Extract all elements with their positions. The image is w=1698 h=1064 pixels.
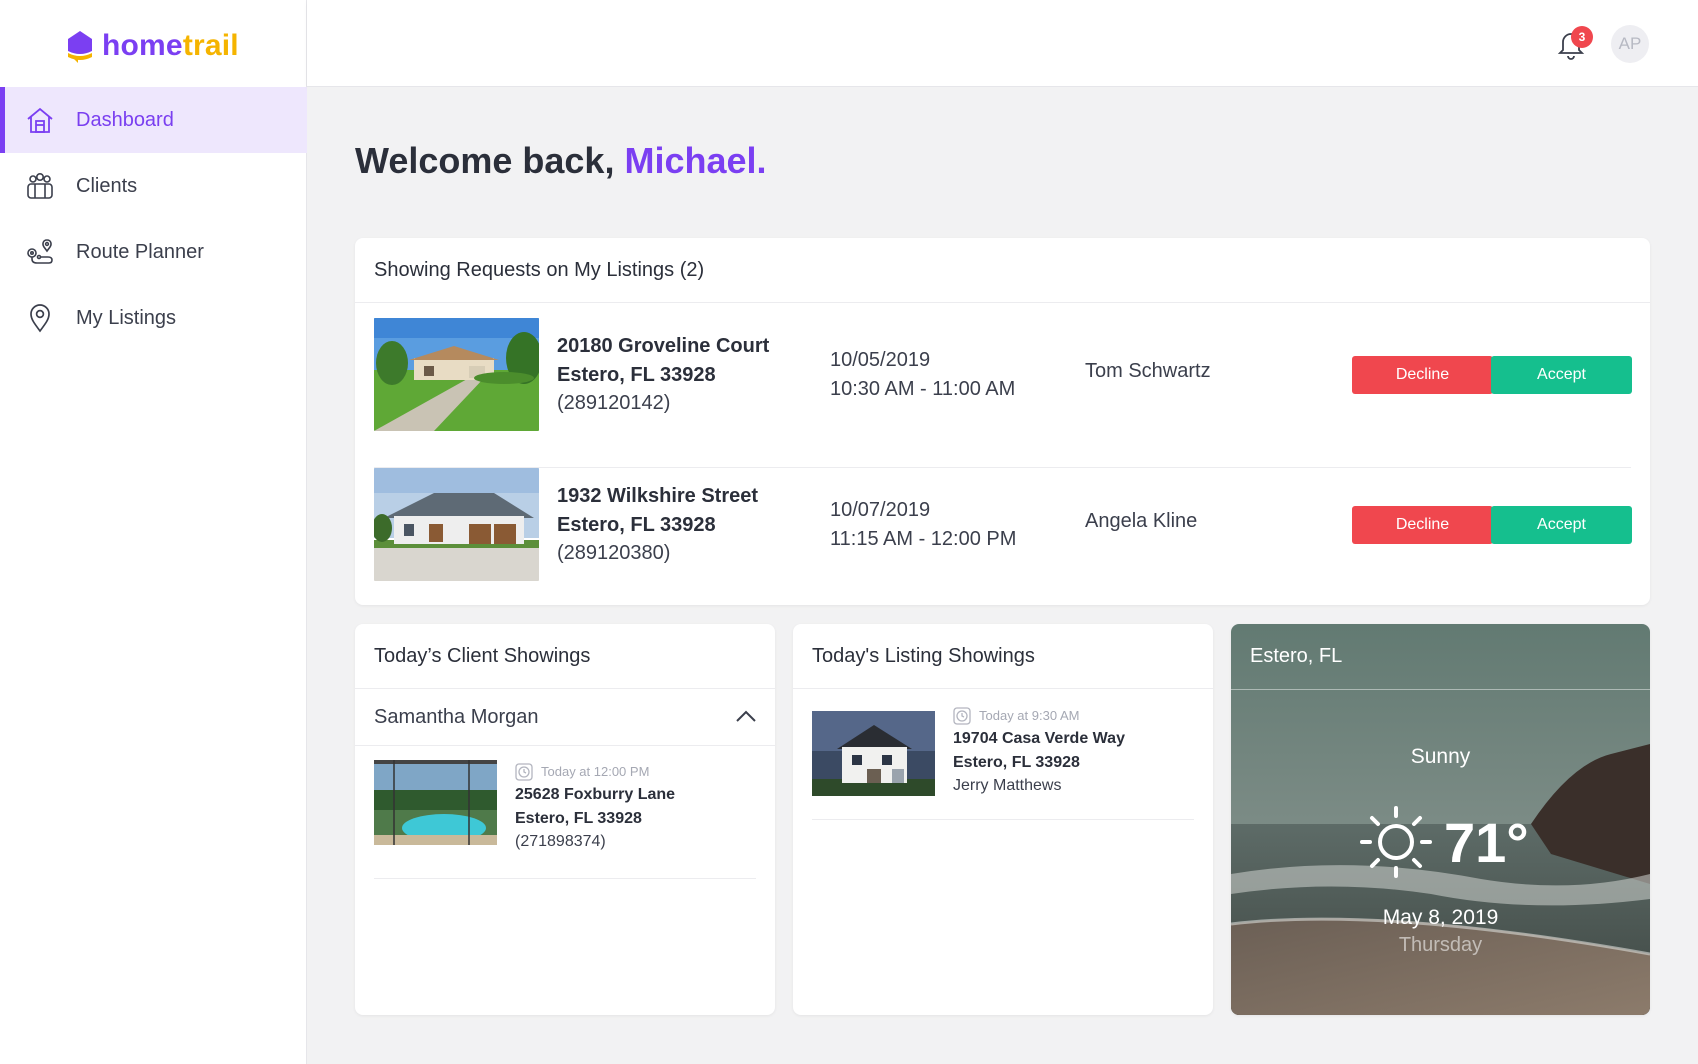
- weather-condition: Sunny: [1410, 745, 1471, 768]
- request-row: 1932 Wilkshire Street Estero, FL 33928 (…: [374, 468, 1632, 605]
- showing-datetime: 10/07/2019 11:15 AM - 12:00 PM: [830, 499, 1017, 550]
- card-title: Showing Requests on My Listings (2): [355, 238, 1650, 303]
- sidebar: hometrail Dashboard Clients Route Planne…: [0, 0, 307, 1064]
- accept-button[interactable]: Accept: [1491, 506, 1632, 544]
- listing-photo: [374, 318, 539, 431]
- showing-item[interactable]: Today at 12:00 PM 25628 Foxburry Lane Es…: [374, 747, 756, 879]
- clients-icon: [24, 170, 56, 202]
- card-title: Today’s Client Showings: [355, 624, 775, 689]
- user-avatar[interactable]: AP: [1611, 25, 1649, 63]
- accept-button[interactable]: Accept: [1491, 356, 1632, 394]
- sidebar-item-my-listings[interactable]: My Listings: [0, 285, 307, 351]
- app: hometrail Dashboard Clients Route Planne…: [0, 0, 1698, 1064]
- showing-item[interactable]: Today at 9:30 AM 19704 Casa Verde Way Es…: [812, 689, 1194, 820]
- showing-time: Today at 12:00 PM: [515, 761, 675, 783]
- request-row: 20180 Groveline Court Estero, FL 33928 (…: [374, 318, 1632, 468]
- showing-info: Today at 12:00 PM 25628 Foxburry Lane Es…: [515, 761, 675, 854]
- card-title: Today's Listing Showings: [793, 624, 1213, 689]
- home-icon: [24, 104, 56, 136]
- clock-icon: [515, 763, 533, 781]
- page-title: Welcome back, Michael.: [355, 140, 767, 181]
- clock-icon: [953, 707, 971, 725]
- client-accordion-header[interactable]: Samantha Morgan: [355, 689, 775, 746]
- showing-requests-card: Showing Requests on My Listings (2) 2018…: [355, 238, 1650, 605]
- weather-temperature: 71°: [1444, 810, 1529, 874]
- showing-info: Today at 9:30 AM 19704 Casa Verde Way Es…: [953, 705, 1125, 798]
- decline-button[interactable]: Decline: [1352, 506, 1493, 544]
- sun-icon: [1360, 806, 1432, 878]
- listing-photo: [374, 760, 497, 845]
- client-name: Tom Schwartz: [1085, 360, 1211, 382]
- weather-temperature-row: 71°: [1358, 802, 1529, 882]
- route-icon: [24, 236, 56, 268]
- house-logo-icon: [68, 31, 92, 63]
- sidebar-item-dashboard[interactable]: Dashboard: [0, 87, 307, 153]
- showing-datetime: 10/05/2019 10:30 AM - 11:00 AM: [830, 349, 1016, 400]
- listing-photo: [374, 468, 539, 581]
- listing-showings-card: Today's Listing Showings Today at 9:30 A…: [793, 624, 1213, 1015]
- sidebar-item-label: My Listings: [76, 306, 177, 329]
- weather-day: Thursday: [1398, 934, 1483, 956]
- chevron-up-icon[interactable]: [735, 706, 757, 729]
- client-name: Angela Kline: [1085, 510, 1198, 532]
- sidebar-item-clients[interactable]: Clients: [0, 153, 307, 219]
- showing-time: Today at 9:30 AM: [953, 705, 1125, 727]
- weather-card: Estero, FL Sunny 71° May 8, 2019 Thursda…: [1231, 624, 1650, 1015]
- notification-count-badge: 3: [1571, 26, 1593, 48]
- divider: [1231, 689, 1650, 690]
- sidebar-item-label: Dashboard: [76, 108, 174, 131]
- client-name: Samantha Morgan: [374, 705, 539, 728]
- top-bar: [307, 0, 1698, 87]
- brand-logo[interactable]: hometrail: [66, 26, 239, 66]
- sidebar-nav: Dashboard Clients Route Planner My Listi…: [0, 87, 307, 351]
- weather-date: May 8, 2019: [1382, 906, 1499, 929]
- weather-location: Estero, FL: [1250, 645, 1343, 667]
- brand-name: hometrail: [102, 29, 239, 62]
- decline-button[interactable]: Decline: [1352, 356, 1493, 394]
- pin-icon: [24, 302, 56, 334]
- sidebar-item-label: Clients: [76, 174, 138, 197]
- listing-address: 20180 Groveline Court Estero, FL 33928 (…: [557, 335, 770, 414]
- client-showings-card: Today’s Client Showings Samantha Morgan: [355, 624, 775, 1015]
- listing-photo: [812, 711, 935, 796]
- sidebar-item-label: Route Planner: [76, 240, 204, 263]
- listing-address: 1932 Wilkshire Street Estero, FL 33928 (…: [557, 485, 759, 564]
- sidebar-item-route-planner[interactable]: Route Planner: [0, 219, 307, 285]
